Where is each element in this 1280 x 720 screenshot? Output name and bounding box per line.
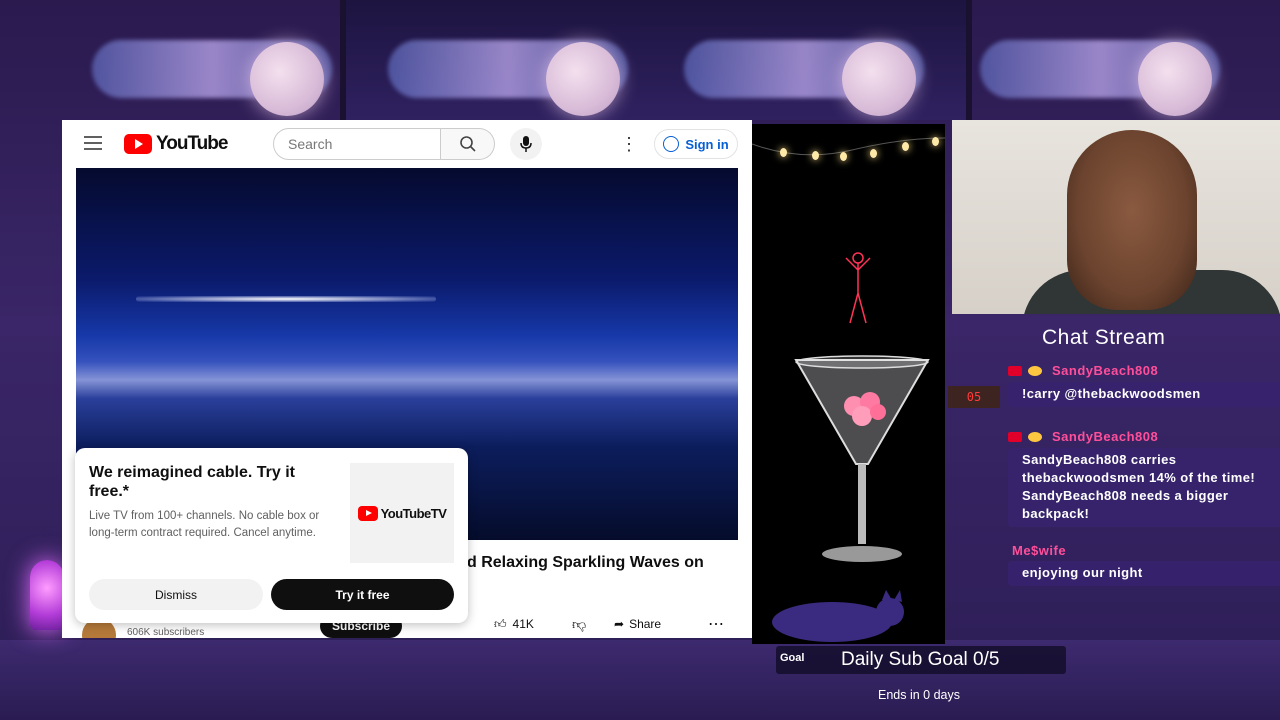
moon-1 — [250, 42, 324, 116]
voice-search-button[interactable] — [510, 128, 542, 160]
search-placeholder: Search — [288, 136, 333, 152]
youtube-logo[interactable]: YouTube — [124, 133, 228, 154]
chat-stream-panel: Chat Stream SandyBeach808 !carry @thebac… — [972, 318, 1280, 588]
room-floor — [0, 640, 1280, 720]
sub-goal-bar: Goal Daily Sub Goal 0/5 — [776, 646, 1066, 674]
chat-title: Chat Stream — [1042, 326, 1166, 349]
youtube-logo-text: YouTube — [156, 133, 228, 154]
emote-badge-icon — [1028, 365, 1042, 376]
try-it-free-button[interactable]: Try it free — [271, 579, 454, 610]
youtube-tv-promo-card: We reimagined cable. Try it free.* Live … — [75, 448, 468, 623]
moonlight-reflection — [136, 296, 436, 302]
video-title: d Relaxing Sparkling Waves on — [467, 554, 704, 571]
share-button[interactable]: ➦ Share — [614, 610, 686, 638]
streamer-face — [1067, 130, 1197, 310]
string-lights — [752, 124, 945, 164]
chat-username: SandyBeach808 — [1008, 428, 1158, 446]
thumbs-up-icon: 👍︎ — [494, 616, 507, 631]
hamburger-menu-icon[interactable] — [84, 136, 102, 150]
chat-username: Me$wife — [1012, 543, 1067, 558]
share-label: Share — [629, 617, 662, 631]
broadcaster-badge-icon — [1008, 431, 1022, 442]
goal-ends-text: Ends in 0 days — [878, 688, 960, 702]
user-icon — [663, 136, 680, 152]
moon-3 — [842, 42, 916, 116]
goal-label: Goal — [780, 652, 805, 664]
share-icon: ➦ — [614, 617, 625, 631]
search-input[interactable]: Search — [273, 128, 441, 160]
promo-title: We reimagined cable. Try it free.* — [89, 464, 295, 500]
broadcaster-badge-icon — [1008, 365, 1022, 376]
chat-message: enjoying our night — [1008, 561, 1280, 586]
youtube-header: YouTube Search ⋮ Sign in — [62, 120, 752, 168]
sleeping-cat-icon — [772, 590, 904, 642]
like-count: 41K — [512, 617, 534, 631]
emote-badge-icon — [1028, 431, 1042, 442]
subscriber-count: 606K subscribers — [127, 627, 205, 638]
moon-2 — [546, 42, 620, 116]
goal-text: Daily Sub Goal 0/5 — [841, 649, 1000, 670]
moon-4 — [1138, 42, 1212, 116]
microphone-icon — [520, 136, 532, 152]
dislike-button[interactable]: 👎︎ — [572, 610, 596, 638]
youtube-play-icon — [124, 134, 152, 154]
thumbs-down-icon: 👎︎ — [572, 615, 587, 632]
martini-glass-icon — [794, 355, 930, 562]
sign-in-label: Sign in — [685, 136, 729, 152]
lava-lamp — [30, 560, 64, 630]
chat-username: SandyBeach808 — [1008, 362, 1158, 380]
promo-description: Live TV from 100+ channels. No cable box… — [89, 510, 320, 539]
search-button[interactable] — [441, 128, 495, 160]
stream-overlay-column — [752, 124, 945, 644]
chat-message: !carry @thebackwoodsmen — [1008, 382, 1280, 407]
youtube-tv-logo: YouTubeTV — [350, 463, 454, 563]
more-options-icon[interactable]: ⋮ — [620, 132, 638, 156]
sign-in-button[interactable]: Sign in — [654, 129, 738, 159]
search-icon — [459, 136, 476, 152]
youtube-tv-play-icon — [357, 505, 378, 521]
neon-dancer-icon — [845, 252, 871, 324]
like-button[interactable]: 👍︎ 41K — [494, 610, 552, 638]
dismiss-button[interactable]: Dismiss — [89, 579, 263, 610]
chat-message: SandyBeach808 carries thebackwoodsmen 14… — [1008, 448, 1280, 527]
video-more-icon[interactable]: ⋯ — [702, 610, 730, 638]
youtube-tv-logo-text: YouTubeTV — [380, 505, 447, 521]
webcam-feed — [952, 120, 1280, 314]
